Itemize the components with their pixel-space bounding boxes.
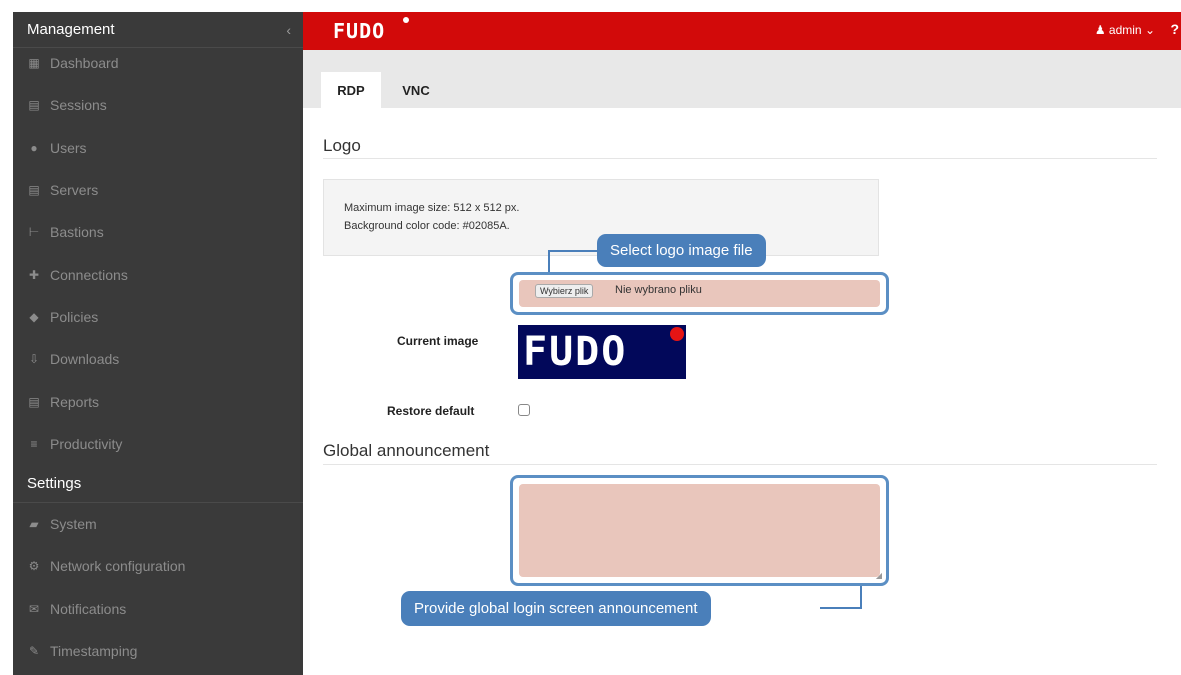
download-icon: ⇩ (28, 352, 40, 367)
chevron-left-icon[interactable]: ‹ (286, 22, 291, 38)
choose-file-button[interactable]: Wybierz plik (535, 284, 594, 298)
connections-icon: ✚ (28, 267, 40, 282)
sidebar-item-label: Policies (50, 308, 99, 325)
sidebar-item-bastions[interactable]: ⊢ Bastions (13, 211, 303, 253)
user-name: admin (1108, 23, 1142, 37)
envelope-icon: ✉ (28, 601, 40, 616)
sidebar-item-label: Bastions (50, 224, 104, 241)
users-icon: ● (30, 140, 38, 155)
sidebar-item-label: Notifications (50, 600, 127, 617)
sidebar-item-label: Downloads (50, 351, 120, 368)
restore-default-checkbox[interactable] (518, 404, 530, 416)
tab-rdp[interactable]: RDP (321, 72, 381, 108)
divider (323, 158, 1157, 159)
sidebar-item-connections[interactable]: ✚ Connections (13, 253, 303, 295)
sidebar-settings-title: Settings (27, 474, 82, 492)
brand-dot (403, 17, 409, 23)
info-background-color: Background color code: #02085A. (344, 220, 510, 232)
current-logo-image: FUDO (518, 325, 686, 379)
resize-grip-icon[interactable]: ◢ (876, 571, 882, 580)
shield-icon: ◆ (29, 309, 39, 324)
sidebar-item-servers[interactable]: ▤ Servers (13, 169, 303, 211)
sidebar-item-policies[interactable]: ◆ Policies (13, 296, 303, 338)
announcement-textarea-highlight: ◢ (510, 475, 889, 586)
sidebar-item-downloads[interactable]: ⇩ Downloads (13, 338, 303, 380)
list-icon: ≡ (30, 436, 38, 451)
sidebar-item-system[interactable]: ▰ System (13, 503, 303, 545)
film-icon: ▤ (28, 98, 40, 113)
sidebar-item-label: Productivity (50, 435, 123, 452)
sidebar-item-label: Connections (50, 266, 128, 283)
sidebar-item-reports[interactable]: ▤ Reports (13, 380, 303, 422)
callout-connector (820, 607, 862, 609)
sidebar-item-sessions[interactable]: ▤ Sessions (13, 84, 303, 126)
divider (323, 464, 1157, 465)
tab-bar: RDP VNC (303, 50, 1181, 108)
user-menu[interactable]: ♟ admin ⌄ (1095, 23, 1155, 37)
sidebar-management-title: Management (27, 21, 115, 38)
file-status-text: Nie wybrano pliku (615, 284, 702, 296)
current-image-label: Current image (397, 334, 479, 348)
sidebar-item-label: Sessions (50, 97, 107, 114)
callout-connector (860, 586, 862, 609)
bar-chart-icon: ▦ (28, 56, 40, 71)
logo-section-title: Logo (323, 136, 361, 155)
sidebar-item-label: Reports (50, 393, 100, 410)
server-icon: ▤ (28, 183, 40, 198)
edit-icon: ✎ (28, 644, 40, 658)
sidebar-settings-header: Settings (13, 465, 303, 503)
sidebar-item-label: Users (50, 139, 87, 156)
sidebar-item-dashboard[interactable]: ▦ Dashboard (13, 42, 303, 84)
announcement-section-title: Global announcement (323, 441, 490, 460)
bastion-icon: ⊢ (28, 225, 40, 240)
cogs-icon: ⚙ (28, 559, 40, 574)
tab-vnc[interactable]: VNC (391, 72, 441, 108)
info-max-size: Maximum image size: 512 x 512 px. (344, 202, 520, 214)
sidebar-item-label: System (50, 516, 97, 533)
callout-connector (548, 250, 598, 252)
sidebar-item-notifications[interactable]: ✉ Notifications (13, 588, 303, 630)
top-navbar: FUDO ♟ admin ⌄ ? (303, 12, 1181, 50)
sidebar-item-productivity[interactable]: ≡ Productivity (13, 423, 303, 465)
help-icon[interactable]: ? (1170, 21, 1179, 37)
folder-open-icon: ▰ (29, 517, 39, 532)
sidebar-item-users[interactable]: ● Users (13, 127, 303, 169)
callout-select-logo: Select logo image file (597, 234, 766, 267)
sidebar-item-label: Timestamping (50, 643, 138, 659)
logo-file-input[interactable]: Wybierz plik Nie wybrano pliku (519, 280, 880, 307)
announcement-textarea[interactable] (519, 484, 880, 577)
logo-dot (670, 327, 684, 341)
sidebar: Management ‹ ▦ Dashboard ▤ Sessions ● Users… (13, 12, 303, 675)
sidebar-item-label: Network configuration (50, 558, 186, 575)
logo-file-input-highlight: Wybierz plik Nie wybrano pliku (510, 272, 889, 315)
print-icon: ▤ (28, 394, 40, 409)
sidebar-item-label: Dashboard (50, 55, 119, 72)
restore-default-label: Restore default (387, 404, 475, 418)
sidebar-item-label: Servers (50, 182, 99, 199)
callout-connector (548, 250, 550, 272)
brand-logo[interactable]: FUDO (333, 19, 385, 43)
sidebar-item-timestamping[interactable]: ✎ Timestamping (13, 630, 303, 672)
callout-provide-announcement: Provide global login screen announcement (401, 591, 711, 626)
chevron-down-icon: ⌄ (1144, 23, 1155, 37)
current-logo-text: FUDO (523, 329, 628, 375)
sidebar-item-network-configuration[interactable]: ⚙ Network configuration (13, 545, 303, 587)
